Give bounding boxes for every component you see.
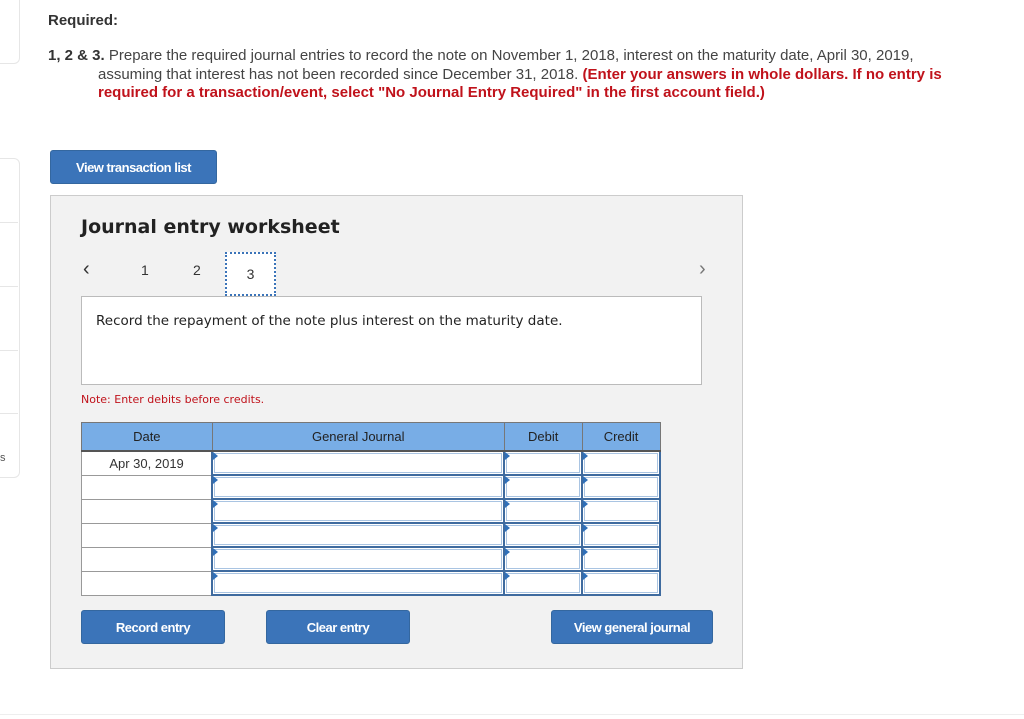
debit-input[interactable] — [503, 498, 584, 524]
credit-input[interactable] — [581, 498, 661, 524]
account-input[interactable] — [211, 546, 506, 572]
instruction-text-1: (Enter your answers in whole dollars. If… — [582, 65, 942, 83]
credit-input[interactable] — [581, 474, 661, 500]
cell-marker-icon — [213, 476, 219, 484]
transaction-description: Record the repayment of the note plus in… — [96, 313, 563, 329]
debit-input[interactable] — [503, 450, 584, 476]
sidebar-divider — [0, 350, 18, 351]
cell-marker-icon — [583, 476, 589, 484]
column-header-general-journal: General Journal — [211, 422, 505, 452]
cell-marker-icon — [505, 548, 511, 556]
journal-row — [81, 570, 661, 596]
cell-marker-icon — [505, 524, 511, 532]
worksheet-title: Journal entry worksheet — [81, 216, 340, 238]
journal-header-row: Date General Journal Debit Credit — [81, 422, 661, 452]
credit-input[interactable] — [581, 546, 661, 572]
view-transaction-list-button[interactable]: View transaction list — [50, 150, 217, 184]
footer-divider — [0, 714, 1024, 715]
account-input[interactable] — [211, 498, 506, 524]
cell-marker-icon — [213, 548, 219, 556]
credit-input[interactable] — [581, 570, 661, 596]
cell-marker-icon — [505, 452, 511, 460]
journal-row: Apr 30, 2019 — [81, 450, 661, 476]
cell-marker-icon — [505, 572, 511, 580]
journal-table: Date General Journal Debit Credit Apr 30… — [81, 422, 661, 596]
sidebar-divider — [0, 286, 18, 287]
question-text: 1, 2 & 3. Prepare the required journal e… — [48, 47, 1008, 103]
debit-input[interactable] — [503, 522, 584, 548]
question-continuation: assuming that interest has not been reco… — [48, 66, 1008, 103]
question-line1: Prepare the required journal entries to … — [104, 47, 914, 64]
journal-entry-worksheet: Journal entry worksheet ‹ 1 2 3 › Record… — [50, 195, 743, 669]
record-entry-button[interactable]: Record entry — [81, 610, 225, 644]
chevron-right-icon[interactable]: › — [699, 258, 706, 281]
cell-marker-icon — [583, 572, 589, 580]
page-tab-2[interactable]: 2 — [193, 262, 201, 278]
date-cell: Apr 30, 2019 — [81, 450, 213, 476]
sidebar-divider — [0, 413, 18, 414]
clear-entry-button[interactable]: Clear entry — [266, 610, 410, 644]
cell-marker-icon — [583, 452, 589, 460]
date-cell — [81, 474, 213, 500]
question-line2: assuming that interest has not been reco… — [98, 65, 583, 83]
required-heading: Required: — [48, 12, 119, 29]
date-cell — [81, 522, 213, 548]
sidebar-part-list — [0, 158, 20, 478]
cell-marker-icon — [213, 452, 219, 460]
transaction-description-box: Record the repayment of the note plus in… — [81, 296, 702, 385]
sidebar-card-top — [0, 0, 20, 64]
debit-input[interactable] — [503, 474, 584, 500]
account-input[interactable] — [211, 474, 506, 500]
credit-input[interactable] — [581, 522, 661, 548]
cell-marker-icon — [505, 500, 511, 508]
debit-credit-note: Note: Enter debits before credits. — [81, 393, 265, 406]
sidebar-divider — [0, 222, 18, 223]
journal-row — [81, 498, 661, 524]
cell-marker-icon — [583, 524, 589, 532]
cell-marker-icon — [213, 572, 219, 580]
journal-row — [81, 474, 661, 500]
question-number: 1, 2 & 3. — [48, 47, 105, 64]
journal-row — [81, 546, 661, 572]
debit-input[interactable] — [503, 570, 584, 596]
date-cell — [81, 570, 213, 596]
chevron-left-icon[interactable]: ‹ — [83, 258, 90, 281]
cell-marker-icon — [583, 500, 589, 508]
instruction-text-2: required for a transaction/event, select… — [98, 84, 765, 101]
view-general-journal-button[interactable]: View general journal — [551, 610, 713, 644]
account-input[interactable] — [211, 522, 506, 548]
cell-marker-icon — [583, 548, 589, 556]
debit-input[interactable] — [503, 546, 584, 572]
page-tab-3-active[interactable]: 3 — [225, 252, 276, 296]
credit-input[interactable] — [581, 450, 661, 476]
account-input[interactable] — [211, 570, 506, 596]
cell-marker-icon — [213, 524, 219, 532]
sidebar-item-label[interactable]: s — [0, 452, 6, 464]
cell-marker-icon — [213, 500, 219, 508]
column-header-date: Date — [81, 422, 213, 452]
date-cell — [81, 546, 213, 572]
date-cell — [81, 498, 213, 524]
account-input[interactable] — [211, 450, 506, 476]
column-header-credit: Credit — [581, 422, 661, 452]
page-tab-1[interactable]: 1 — [141, 262, 149, 278]
column-header-debit: Debit — [503, 422, 583, 452]
cell-marker-icon — [505, 476, 511, 484]
journal-row — [81, 522, 661, 548]
